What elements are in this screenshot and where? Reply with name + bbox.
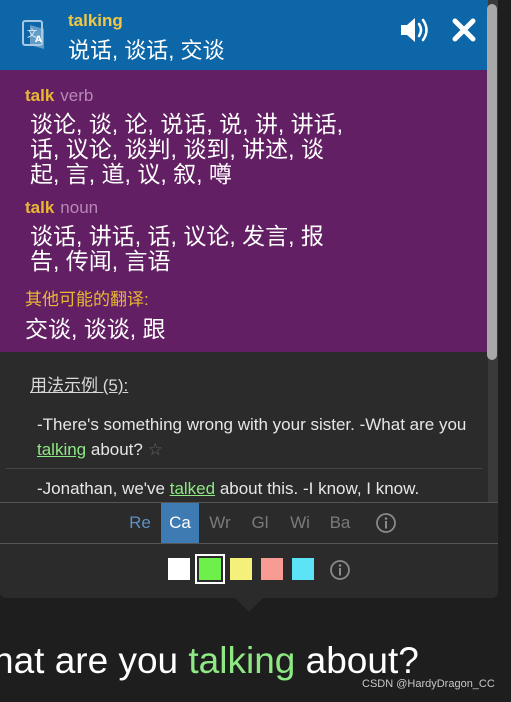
part-of-speech: noun	[60, 198, 99, 217]
translation-line: 谈话, 讲话, 话, 议论, 发言, 报	[30, 223, 324, 249]
tab-re[interactable]: Re	[121, 503, 159, 543]
other-translations: 交谈, 谈谈, 跟	[25, 316, 166, 342]
watermark: CSDN @HardyDragon_CC	[362, 678, 495, 690]
translation-line: 起, 言, 道, 议, 叙, 噂	[30, 161, 232, 187]
translation-popup: 文 A talking 说话, 谈话, 交谈 talk verb 谈论, 谈, 论…	[0, 0, 498, 598]
tab-wr[interactable]: Wr	[201, 503, 239, 543]
part-of-speech: verb	[60, 86, 94, 105]
examples-title[interactable]: 用法示例 (5):	[30, 371, 128, 396]
color-swatch-white[interactable]	[168, 558, 190, 580]
color-swatch-cyan[interactable]	[292, 558, 314, 580]
popup-pointer	[234, 597, 264, 612]
entry-word: talk	[25, 198, 55, 217]
dictionary-panel: talk verb 谈论, 谈, 论, 说话, 说, 讲, 讲话, 话, 议论, …	[0, 70, 488, 352]
tab-ca[interactable]: Ca	[161, 503, 199, 543]
speaker-icon[interactable]	[398, 16, 430, 44]
close-icon[interactable]	[450, 16, 478, 44]
star-icon[interactable]: ☆	[148, 440, 163, 459]
example-sentence: -Jonathan, we've talked about this. -I k…	[37, 479, 420, 498]
noun-translations: 谈话, 讲话, 话, 议论, 发言, 报 告, 传闻, 言语	[30, 224, 324, 274]
highlight-color-picker	[0, 544, 498, 598]
translation-line: 谈论, 谈, 论, 说话, 说, 讲, 讲话,	[30, 111, 344, 137]
verb-translations: 谈论, 谈, 论, 说话, 说, 讲, 讲话, 话, 议论, 谈判, 谈到, 讲…	[30, 112, 343, 187]
subtitle-highlight-word[interactable]: talking	[188, 640, 295, 681]
entry-heading-verb: talk verb	[25, 86, 93, 106]
scrollbar-thumb[interactable]	[487, 4, 497, 360]
tab-wi[interactable]: Wi	[281, 503, 319, 543]
translate-app-icon: 文 A	[22, 20, 44, 49]
example-highlight[interactable]: talked	[170, 479, 215, 498]
color-swatch-yellow[interactable]	[230, 558, 252, 580]
video-subtitle: hat are you talking about?	[0, 640, 419, 681]
main-translation: 说话, 谈话, 交谈	[68, 38, 225, 63]
divider	[6, 468, 482, 469]
example-highlight[interactable]: talking	[37, 440, 86, 459]
example-sentence: -There's something wrong with your siste…	[37, 415, 467, 459]
popup-header: 文 A talking 说话, 谈话, 交谈	[0, 0, 488, 70]
translation-line: 告, 传闻, 言语	[30, 248, 171, 274]
entry-word: talk	[25, 86, 55, 105]
info-icon[interactable]	[329, 559, 351, 581]
entry-heading-noun: talk noun	[25, 198, 98, 218]
usage-examples: 用法示例 (5): -There's something wrong with …	[0, 352, 488, 502]
tab-gl[interactable]: Gl	[241, 503, 279, 543]
translation-line: 话, 议论, 谈判, 谈到, 讲述, 谈	[30, 136, 324, 162]
source-tabs: Re Ca Wr Gl Wi Ba	[0, 502, 498, 544]
svg-text:A: A	[35, 35, 42, 45]
color-swatch-red[interactable]	[261, 558, 283, 580]
looked-up-word: talking	[68, 11, 123, 30]
color-swatch-green[interactable]	[195, 554, 225, 584]
other-translations-title: 其他可能的翻译:	[25, 290, 149, 309]
tab-ba[interactable]: Ba	[321, 503, 359, 543]
info-icon[interactable]	[375, 512, 397, 534]
